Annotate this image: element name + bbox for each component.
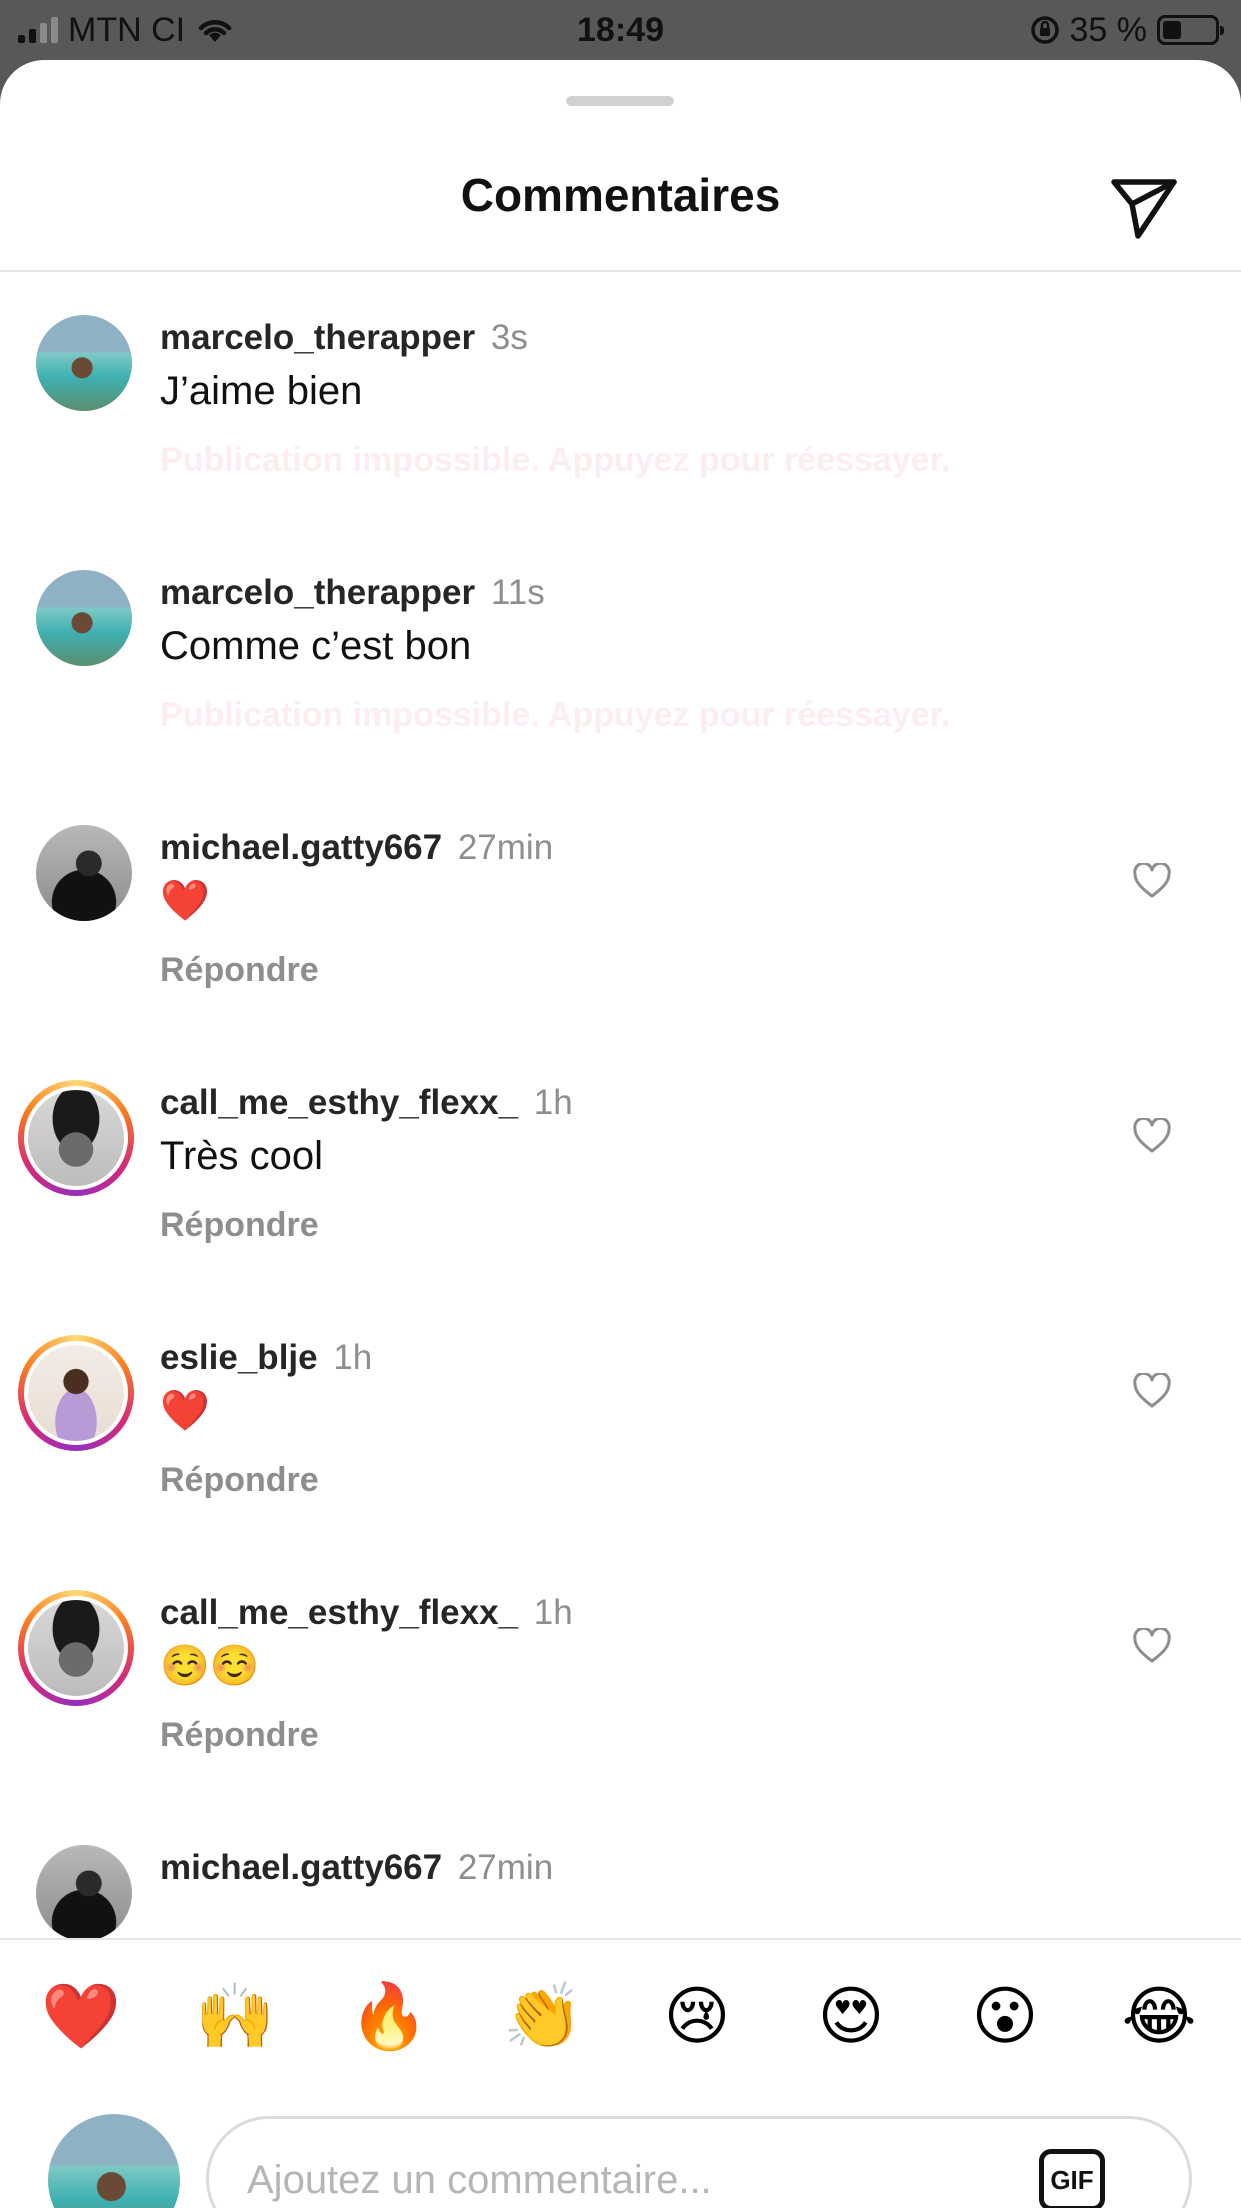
avatar-story-ring[interactable] (18, 1335, 134, 1451)
comment-time: 11s (490, 573, 545, 612)
comment-body: michael.gatty667 27min (160, 1845, 1080, 1891)
comment-time: 3s (490, 318, 528, 357)
avatar-story-ring[interactable] (18, 1080, 134, 1196)
comments-header: Commentaires (0, 120, 1241, 272)
comment-composer-bar: ❤️ 🙌 🔥 👏 😢 😍 😮 😂 GIF (0, 1938, 1241, 2208)
comment-header: michael.gatty667 27min (160, 825, 1080, 871)
reaction-heart-eyes[interactable]: 😍 (806, 1972, 896, 2062)
comment-item: michael.gatty667 27min ❤️ Répondre (0, 825, 1241, 1080)
comment-header: call_me_esthy_flexx_ 1h (160, 1590, 1080, 1636)
reply-button[interactable]: Répondre (160, 947, 1080, 993)
avatar-story-ring[interactable] (18, 1590, 134, 1706)
comment-text: ❤️ (160, 878, 210, 924)
comments-sheet: Commentaires marcelo_therapper 3s J’aime… (0, 60, 1241, 2208)
quick-reactions-row: ❤️ 🙌 🔥 👏 😢 😍 😮 😂 (0, 1972, 1241, 2062)
comment-item: marcelo_therapper 11s Comme c’est bon Pu… (0, 570, 1241, 825)
avatar[interactable] (36, 315, 132, 411)
reply-button[interactable]: Répondre (160, 1202, 1080, 1248)
reaction-red-heart[interactable]: ❤️ (36, 1972, 126, 2062)
comment-header: michael.gatty667 27min (160, 1845, 1080, 1891)
reaction-crying-face[interactable]: 😢 (652, 1972, 742, 2062)
comment-time: 1h (333, 1338, 373, 1377)
avatar[interactable] (36, 1845, 132, 1941)
like-heart-icon[interactable] (1132, 1118, 1172, 1154)
avatar[interactable] (24, 1341, 128, 1445)
comment-time: 27min (457, 1848, 554, 1887)
avatar[interactable] (36, 570, 132, 666)
reaction-surprised-face[interactable]: 😮 (960, 1972, 1050, 2062)
comment-text: ❤️ (160, 1388, 210, 1434)
comment-time: 1h (533, 1083, 573, 1122)
comment-username[interactable]: marcelo_therapper (160, 573, 475, 612)
comment-username[interactable]: marcelo_therapper (160, 318, 475, 357)
status-bar: MTN CI 18:49 35 % (0, 0, 1241, 60)
status-bar-right: 35 % (1030, 8, 1224, 52)
comment-text: Très cool (160, 1134, 324, 1178)
reaction-fire[interactable]: 🔥 (344, 1972, 434, 2062)
comment-header: eslie_blje 1h (160, 1335, 1080, 1381)
comment-header: marcelo_therapper 3s (160, 315, 1080, 361)
battery-icon (1157, 15, 1224, 45)
comment-item: call_me_esthy_flexx_ 1h Très cool Répond… (0, 1080, 1241, 1335)
comment-body: marcelo_therapper 11s Comme c’est bon Pu… (160, 570, 1080, 738)
comment-username[interactable]: call_me_esthy_flexx_ (160, 1593, 518, 1632)
reaction-raising-hands[interactable]: 🙌 (190, 1972, 280, 2062)
page-title: Commentaires (460, 169, 781, 221)
sheet-grabber-handle[interactable] (566, 96, 674, 106)
battery-level-fill (1163, 21, 1181, 39)
comment-body: call_me_esthy_flexx_ 1h Très cool Répond… (160, 1080, 1080, 1248)
battery-percentage: 35 % (1069, 10, 1148, 49)
avatar[interactable] (24, 1596, 128, 1700)
comment-time: 27min (457, 828, 554, 867)
comment-username[interactable]: michael.gatty667 (160, 828, 442, 867)
post-failed-retry-link[interactable]: Publication impossible. Appuyez pour rée… (160, 692, 1080, 738)
comment-input-pill[interactable]: GIF (206, 2116, 1192, 2208)
paper-plane-icon[interactable] (1108, 174, 1180, 242)
comment-header: marcelo_therapper 11s (160, 570, 1080, 616)
reply-button[interactable]: Répondre (160, 1457, 1080, 1503)
comment-item: eslie_blje 1h ❤️ Répondre (0, 1335, 1241, 1590)
comment-item: marcelo_therapper 3s J’aime bien Publica… (0, 315, 1241, 570)
comment-body: michael.gatty667 27min ❤️ Répondre (160, 825, 1080, 993)
like-heart-icon[interactable] (1132, 1373, 1172, 1409)
comment-input[interactable] (245, 2119, 1029, 2208)
orientation-lock-icon (1030, 16, 1059, 44)
like-heart-icon[interactable] (1132, 863, 1172, 899)
avatar[interactable] (36, 825, 132, 921)
comment-body: call_me_esthy_flexx_ 1h ☺️☺️ Répondre (160, 1590, 1080, 1758)
comment-username[interactable]: michael.gatty667 (160, 1848, 442, 1887)
comment-time: 1h (533, 1593, 573, 1632)
current-user-avatar (48, 2114, 180, 2208)
comment-username[interactable]: call_me_esthy_flexx_ (160, 1083, 518, 1122)
like-heart-icon[interactable] (1132, 1628, 1172, 1664)
gif-button[interactable]: GIF (1039, 2149, 1105, 2208)
comment-header: call_me_esthy_flexx_ 1h (160, 1080, 1080, 1126)
reply-button[interactable]: Répondre (160, 1712, 1080, 1758)
comment-body: marcelo_therapper 3s J’aime bien Publica… (160, 315, 1080, 483)
reaction-clapping-hands[interactable]: 👏 (498, 1972, 588, 2062)
reaction-tears-of-joy[interactable]: 😂 (1114, 1972, 1204, 2062)
comment-username[interactable]: eslie_blje (160, 1338, 318, 1377)
post-failed-retry-link[interactable]: Publication impossible. Appuyez pour rée… (160, 437, 1080, 483)
avatar[interactable] (24, 1086, 128, 1190)
comment-item: call_me_esthy_flexx_ 1h ☺️☺️ Répondre (0, 1590, 1241, 1845)
comment-text: Comme c’est bon (160, 624, 472, 668)
comment-body: eslie_blje 1h ❤️ Répondre (160, 1335, 1080, 1503)
comment-text: J’aime bien (160, 369, 363, 413)
comment-text: ☺️☺️ (160, 1643, 260, 1689)
